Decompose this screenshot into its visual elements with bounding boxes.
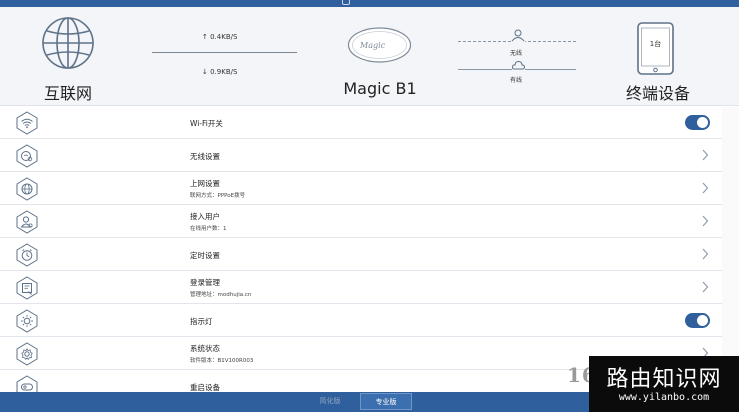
- network-topology-header: 互联网 ↑ 0.4KB/S ↓ 0.9KB/S Magic Magic B1 无…: [0, 7, 739, 106]
- chevron-right-icon: [702, 248, 709, 260]
- connected-users-label: 接入用户: [190, 212, 220, 221]
- users-icon: [16, 210, 38, 234]
- tab-pro-mode[interactable]: 专业版: [360, 393, 412, 410]
- wireless-settings-icon: [16, 144, 38, 168]
- watermark-site-name: 路由知识网: [606, 367, 722, 392]
- indicator-light-icon: [16, 309, 38, 333]
- wireless-label: 无线: [510, 50, 523, 57]
- wireless-settings-label: 无线设置: [190, 152, 220, 161]
- list-item-login-management[interactable]: 登录管理 管理地址：modhujia.cn: [0, 272, 722, 304]
- list-item-connected-users[interactable]: 接入用户 在线用户数：1: [0, 206, 722, 238]
- list-item-wireless-settings[interactable]: 无线设置: [0, 140, 722, 172]
- upload-speed: ↑ 0.4KB/S: [202, 33, 238, 41]
- indicator-light-label: 指示灯: [190, 317, 213, 326]
- login-management-icon: [16, 276, 38, 300]
- tab-simple-mode[interactable]: 简化版: [305, 393, 355, 410]
- login-management-label: 登录管理: [190, 278, 220, 287]
- wired-label: 有线: [510, 77, 523, 84]
- chevron-right-icon: [702, 215, 709, 227]
- chevron-right-icon: [702, 182, 709, 194]
- chevron-right-icon: [702, 281, 709, 293]
- internet-settings-label: 上网设置: [190, 179, 220, 188]
- list-item-timer-settings[interactable]: 定时设置: [0, 239, 722, 271]
- wifi-switch-label: Wi-Fi开关: [190, 119, 223, 128]
- list-item-internet-settings[interactable]: 上网设置 联网方式：PPPoE拨号: [0, 173, 722, 205]
- wifi-icon: [16, 111, 38, 135]
- internet-label[interactable]: 互联网: [20, 80, 116, 104]
- device-count: 1台: [649, 40, 662, 48]
- router-name[interactable]: Magic B1: [330, 79, 430, 98]
- internet-settings-icon: [16, 177, 38, 201]
- devices-label[interactable]: 终端设备: [610, 80, 706, 104]
- login-management-subtitle: 管理地址：modhujia.cn: [190, 292, 252, 298]
- wireless-user-icon: [511, 29, 525, 42]
- timer-settings-label: 定时设置: [190, 251, 220, 260]
- timer-icon: [16, 243, 38, 267]
- download-speed: ↓ 0.9KB/S: [202, 68, 238, 76]
- globe-icon[interactable]: [40, 15, 96, 71]
- list-item-indicator-light[interactable]: 指示灯: [0, 305, 722, 337]
- router-logo-text: Magic: [359, 41, 386, 50]
- uplink-line: [152, 52, 297, 53]
- internet-settings-subtitle: 联网方式：PPPoE拨号: [190, 193, 246, 199]
- list-item-wifi-switch[interactable]: Wi-Fi开关: [0, 107, 722, 139]
- watermark-url: www.yilanbo.com: [618, 392, 710, 403]
- router-icon[interactable]: Magic: [347, 26, 412, 64]
- system-status-label: 系统状态: [190, 344, 220, 353]
- system-status-icon: [16, 342, 38, 366]
- watermark-logo: 路由知识网 www.yilanbo.com: [589, 356, 739, 412]
- top-bar: [0, 0, 739, 7]
- scroll-gutter: [722, 107, 739, 392]
- indicator-light-toggle[interactable]: [685, 313, 710, 328]
- chevron-right-icon: [702, 149, 709, 161]
- wifi-toggle[interactable]: [685, 115, 710, 130]
- top-bar-handle-icon: [342, 0, 350, 5]
- system-status-subtitle: 软件版本：B1V100R003: [190, 358, 254, 364]
- wired-cloud-icon: [512, 60, 525, 70]
- connected-users-subtitle: 在线用户数：1: [190, 226, 227, 232]
